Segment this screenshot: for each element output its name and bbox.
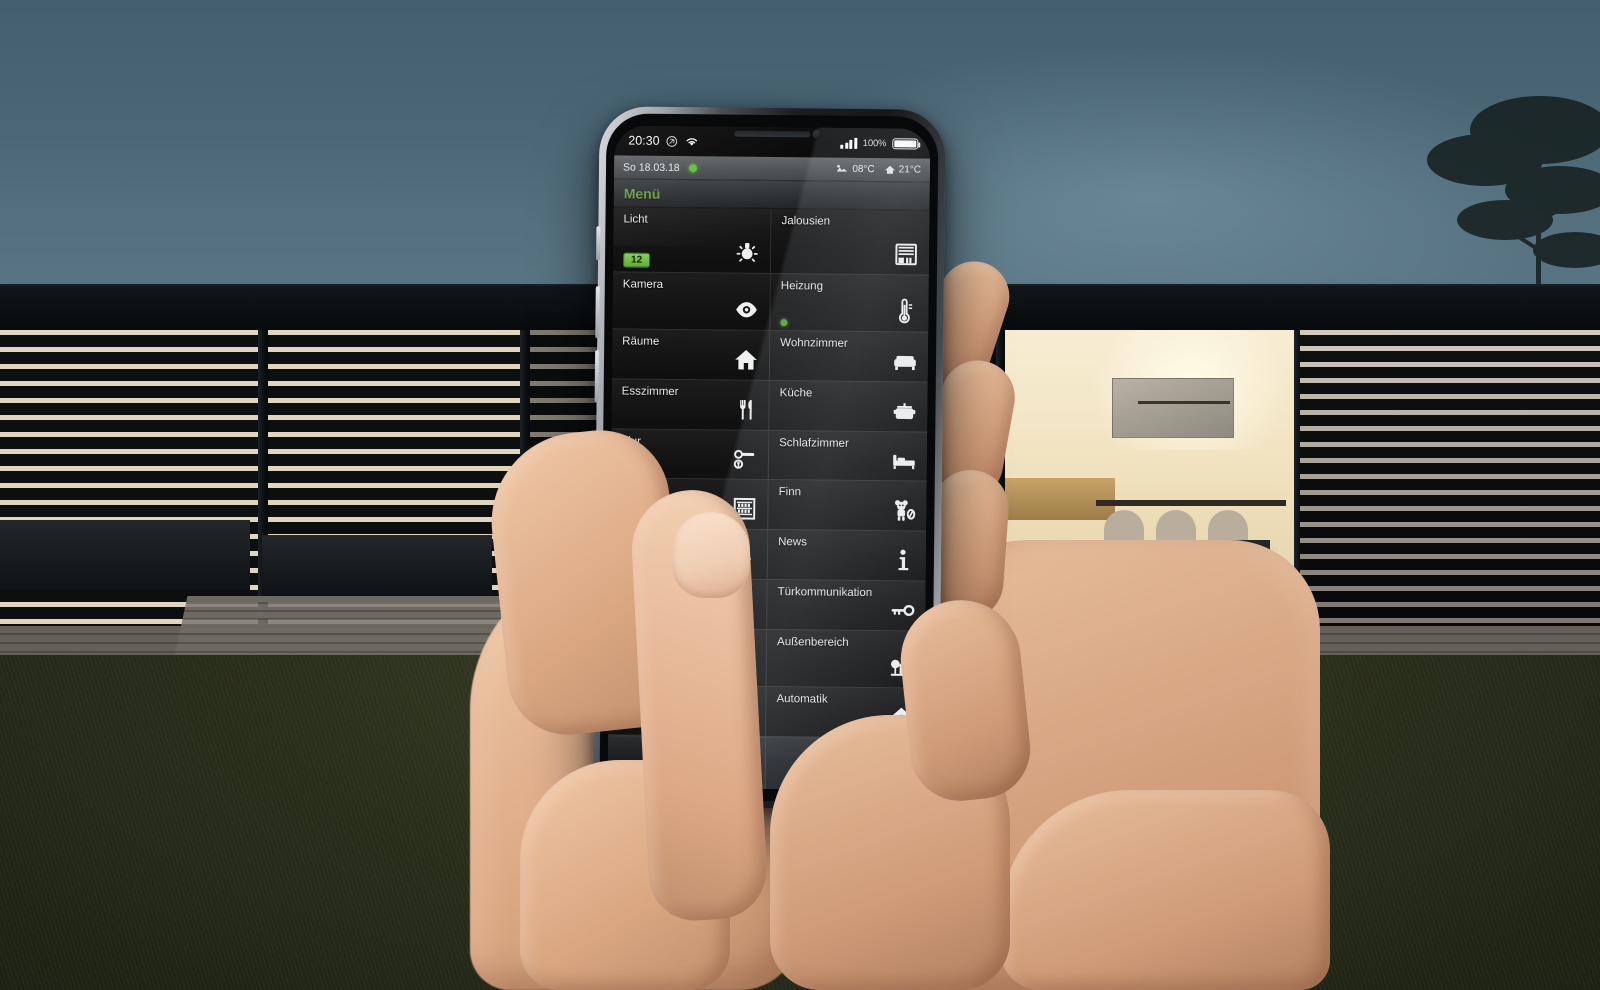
page-title: Menü bbox=[623, 184, 661, 202]
indoor-temperature: 21°C bbox=[884, 164, 922, 176]
menu-item-label: Esszimmer bbox=[621, 385, 679, 398]
menu-item-label: Kamera bbox=[622, 278, 664, 291]
cutlery-icon bbox=[730, 394, 760, 424]
volume-down-button[interactable] bbox=[594, 350, 600, 403]
menu-item-esszimmer[interactable]: Esszimmer bbox=[611, 379, 770, 431]
house-icon bbox=[731, 344, 761, 374]
connection-status-dot bbox=[688, 163, 697, 172]
battery-full-icon bbox=[892, 137, 919, 150]
indoor-temperature-icon bbox=[884, 165, 895, 174]
menu-item-kueche[interactable]: Küche bbox=[769, 380, 928, 433]
door-handle-icon bbox=[730, 444, 760, 474]
menu-item-label: Automatik bbox=[776, 693, 828, 706]
blinds-icon bbox=[891, 239, 921, 269]
menu-item-label: Räume bbox=[622, 335, 660, 348]
pot-icon bbox=[889, 396, 919, 426]
wood-sideboard bbox=[1000, 478, 1115, 520]
menu-item-finn[interactable]: Finn bbox=[768, 480, 927, 533]
menu-item-label: Türkommunikation bbox=[777, 586, 873, 600]
blind-shadow bbox=[1300, 330, 1600, 630]
menu-item-tuerkommunikation[interactable]: Türkommunikation bbox=[767, 580, 926, 632]
outdoor-temperature-icon bbox=[837, 164, 848, 172]
info-icon bbox=[888, 546, 918, 576]
location-icon bbox=[666, 135, 678, 147]
heating-status-dot bbox=[780, 318, 788, 326]
scene-root: 20:30 100% So 18.03.18 08°C 21°C Menü Li… bbox=[0, 0, 1600, 990]
light-count-badge: 12 bbox=[622, 252, 651, 268]
bed-icon bbox=[889, 446, 919, 476]
menu-item-label: Wohnzimmer bbox=[780, 336, 848, 350]
sofa-icon bbox=[890, 346, 920, 376]
menu-item-raeume[interactable]: Räume bbox=[611, 329, 771, 381]
indoor-temperature-value: 21°C bbox=[898, 164, 922, 176]
menu-item-label: Küche bbox=[779, 386, 813, 400]
eye-icon bbox=[731, 294, 761, 324]
tree-silhouette bbox=[1427, 96, 1600, 300]
menu-item-heizung[interactable]: Heizung bbox=[770, 273, 929, 333]
current-date-label: So 18.03.18 bbox=[622, 160, 680, 174]
menu-item-label: Heizung bbox=[780, 280, 824, 293]
cellular-signal-icon bbox=[840, 137, 857, 149]
menu-item-kamera[interactable]: Kamera bbox=[612, 272, 771, 331]
key-icon bbox=[887, 595, 917, 625]
teddy-bear-icon bbox=[888, 496, 918, 526]
menu-item-schlafzimmer[interactable]: Schlafzimmer bbox=[768, 430, 928, 483]
garden-planter bbox=[262, 535, 492, 595]
wall-artwork bbox=[1112, 378, 1234, 438]
mute-switch[interactable] bbox=[596, 226, 601, 261]
battery-percent-label: 100% bbox=[862, 137, 887, 149]
menu-item-label: Schlafzimmer bbox=[779, 436, 849, 450]
app-info-bar: So 18.03.18 08°C 21°C bbox=[613, 155, 931, 183]
menu-item-licht[interactable]: Licht 12 bbox=[612, 207, 772, 274]
menu-item-news[interactable]: News bbox=[767, 530, 927, 582]
index-fingernail bbox=[672, 512, 750, 598]
wifi-icon bbox=[686, 138, 698, 146]
menu-item-jalousien[interactable]: Jalousien bbox=[770, 209, 930, 276]
outdoor-temperature-value: 08°C bbox=[852, 163, 875, 176]
light-bulb-icon bbox=[732, 237, 762, 267]
earpiece-speaker bbox=[734, 130, 811, 138]
menu-item-label: Außenbereich bbox=[777, 636, 849, 650]
right-hand-wrist bbox=[1000, 790, 1330, 990]
menu-item-label: Jalousien bbox=[781, 215, 831, 228]
menu-item-label: News bbox=[778, 536, 807, 549]
thermometer-icon bbox=[890, 296, 920, 326]
menu-item-label: Licht bbox=[623, 213, 648, 226]
outdoor-temperature: 08°C bbox=[835, 163, 875, 176]
menu-item-label: Finn bbox=[778, 486, 802, 499]
menu-item-wohnzimmer[interactable]: Wohnzimmer bbox=[769, 330, 929, 383]
app-title-bar: Menü bbox=[613, 179, 930, 211]
volume-up-button[interactable] bbox=[595, 286, 600, 339]
front-camera bbox=[812, 129, 823, 140]
status-time: 20:30 bbox=[628, 133, 660, 148]
garden-bench bbox=[0, 520, 250, 590]
dining-table bbox=[1096, 500, 1286, 506]
